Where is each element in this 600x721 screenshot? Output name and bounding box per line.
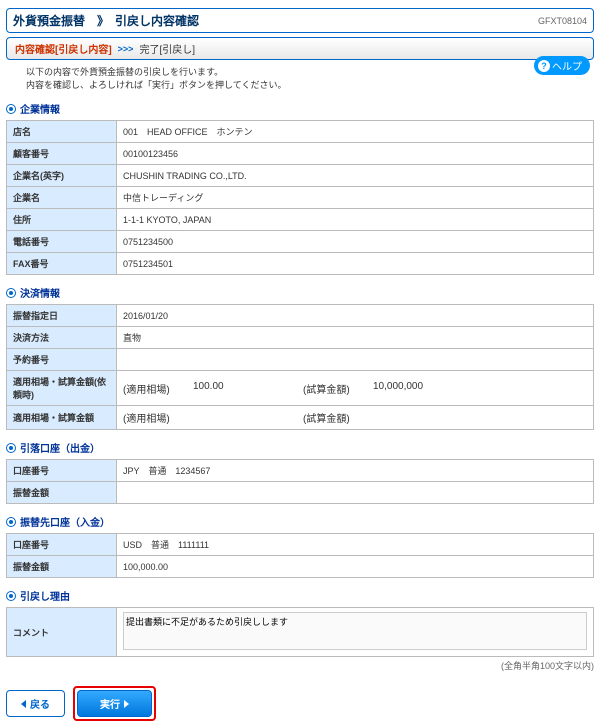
section-title-reason: 引戻し理由 [6,588,594,603]
section-icon [6,591,16,601]
row-label: 適用相場・試算金額 [7,406,117,430]
button-bar: 戻る 実行 [6,686,594,721]
row-label: FAX番号 [7,253,117,275]
row-label: 電話番号 [7,231,117,253]
row-label: 適用相場・試算金額(依頼時) [7,371,117,406]
help-button[interactable]: ? ヘルプ [534,56,590,75]
reason-counter: (全角半角100文字以内) [6,659,594,672]
row-label: 口座番号 [7,534,117,556]
table-row: 店名001 HEAD OFFICE ホンテン [7,121,594,143]
row-value: 00100123456 [117,143,594,165]
lead-text: 以下の内容で外貨預金振替の引戻しを行います。 内容を確認し、よろしければ「実行」… [26,66,594,91]
table-row: 予約番号 [7,349,594,371]
help-label: ヘルプ [552,58,582,73]
row-value: 0751234500 [117,231,594,253]
screen-code: GFXT08104 [538,16,587,26]
row-value: 0751234501 [117,253,594,275]
page-title-bar: 外貨預金振替 》 引戻し内容確認 GFXT08104 [6,8,594,33]
table-row: 口座番号JPY 普通 1234567 [7,460,594,482]
table-row: 適用相場・試算金額(適用相場)(試算金額) [7,406,594,430]
section-title-settlement: 決済情報 [6,285,594,300]
row-value: 1-1-1 KYOTO, JAPAN [117,209,594,231]
row-label: 振替指定日 [7,305,117,327]
table-row: 企業名(英字)CHUSHIN TRADING CO.,LTD. [7,165,594,187]
chevron-left-icon [21,700,26,708]
reason-comment-cell [117,608,594,657]
breadcrumb-next: 完了[引戻し] [139,41,195,56]
table-row: 電話番号0751234500 [7,231,594,253]
company-table: 店名001 HEAD OFFICE ホンテン顧客番号00100123456企業名… [6,120,594,275]
row-label: 企業名 [7,187,117,209]
reason-comment-label: コメント [7,608,117,657]
table-row: 振替指定日2016/01/20 [7,305,594,327]
row-value: CHUSHIN TRADING CO.,LTD. [117,165,594,187]
row-label: 振替金額 [7,556,117,578]
table-row: 住所1-1-1 KYOTO, JAPAN [7,209,594,231]
back-button-label: 戻る [30,696,50,711]
help-icon: ? [538,60,550,72]
settlement-table: 振替指定日2016/01/20決済方法直物予約番号適用相場・試算金額(依頼時)(… [6,304,594,430]
section-title-company: 企業情報 [6,101,594,116]
breadcrumb: 内容確認[引戻し内容] >>> 完了[引戻し] [6,37,594,60]
row-value: 2016/01/20 [117,305,594,327]
row-value: JPY 普通 1234567 [117,460,594,482]
section-icon [6,517,16,527]
row-value: 直物 [117,327,594,349]
debit-table: 口座番号JPY 普通 1234567振替金額 [6,459,594,504]
row-label: 店名 [7,121,117,143]
execute-button-label: 実行 [100,696,120,711]
section-title-debit: 引落口座（出金） [6,440,594,455]
reason-comment-input[interactable] [123,612,587,650]
table-row: 振替金額 [7,482,594,504]
table-row: 顧客番号00100123456 [7,143,594,165]
row-label: 口座番号 [7,460,117,482]
table-row: FAX番号0751234501 [7,253,594,275]
section-icon [6,288,16,298]
breadcrumb-arrow-icon: >>> [118,44,134,54]
page-title: 外貨預金振替 》 引戻し内容確認 [13,12,199,29]
row-value: 100,000.00 [117,556,594,578]
row-value: USD 普通 1111111 [117,534,594,556]
row-value: 中信トレーディング [117,187,594,209]
row-value: 001 HEAD OFFICE ホンテン [117,121,594,143]
section-icon [6,443,16,453]
row-label: 企業名(英字) [7,165,117,187]
back-button[interactable]: 戻る [6,690,65,717]
row-value [117,349,594,371]
exec-button-highlight: 実行 [73,686,156,721]
table-row: 振替金額100,000.00 [7,556,594,578]
table-row: 適用相場・試算金額(依頼時)(適用相場)100.00(試算金額)10,000,0… [7,371,594,406]
row-value: (適用相場)100.00(試算金額)10,000,000 [117,371,594,406]
table-row: 企業名中信トレーディング [7,187,594,209]
row-value [117,482,594,504]
row-label: 顧客番号 [7,143,117,165]
section-icon [6,104,16,114]
row-label: 住所 [7,209,117,231]
row-label: 予約番号 [7,349,117,371]
execute-button[interactable]: 実行 [77,690,152,717]
row-label: 決済方法 [7,327,117,349]
table-row: 決済方法直物 [7,327,594,349]
credit-table: 口座番号USD 普通 1111111振替金額100,000.00 [6,533,594,578]
breadcrumb-current: 内容確認[引戻し内容] [15,41,112,56]
chevron-right-icon [124,700,129,708]
reason-table: コメント [6,607,594,657]
row-label: 振替金額 [7,482,117,504]
section-title-credit: 振替先口座（入金） [6,514,594,529]
table-row: 口座番号USD 普通 1111111 [7,534,594,556]
row-value: (適用相場)(試算金額) [117,406,594,430]
